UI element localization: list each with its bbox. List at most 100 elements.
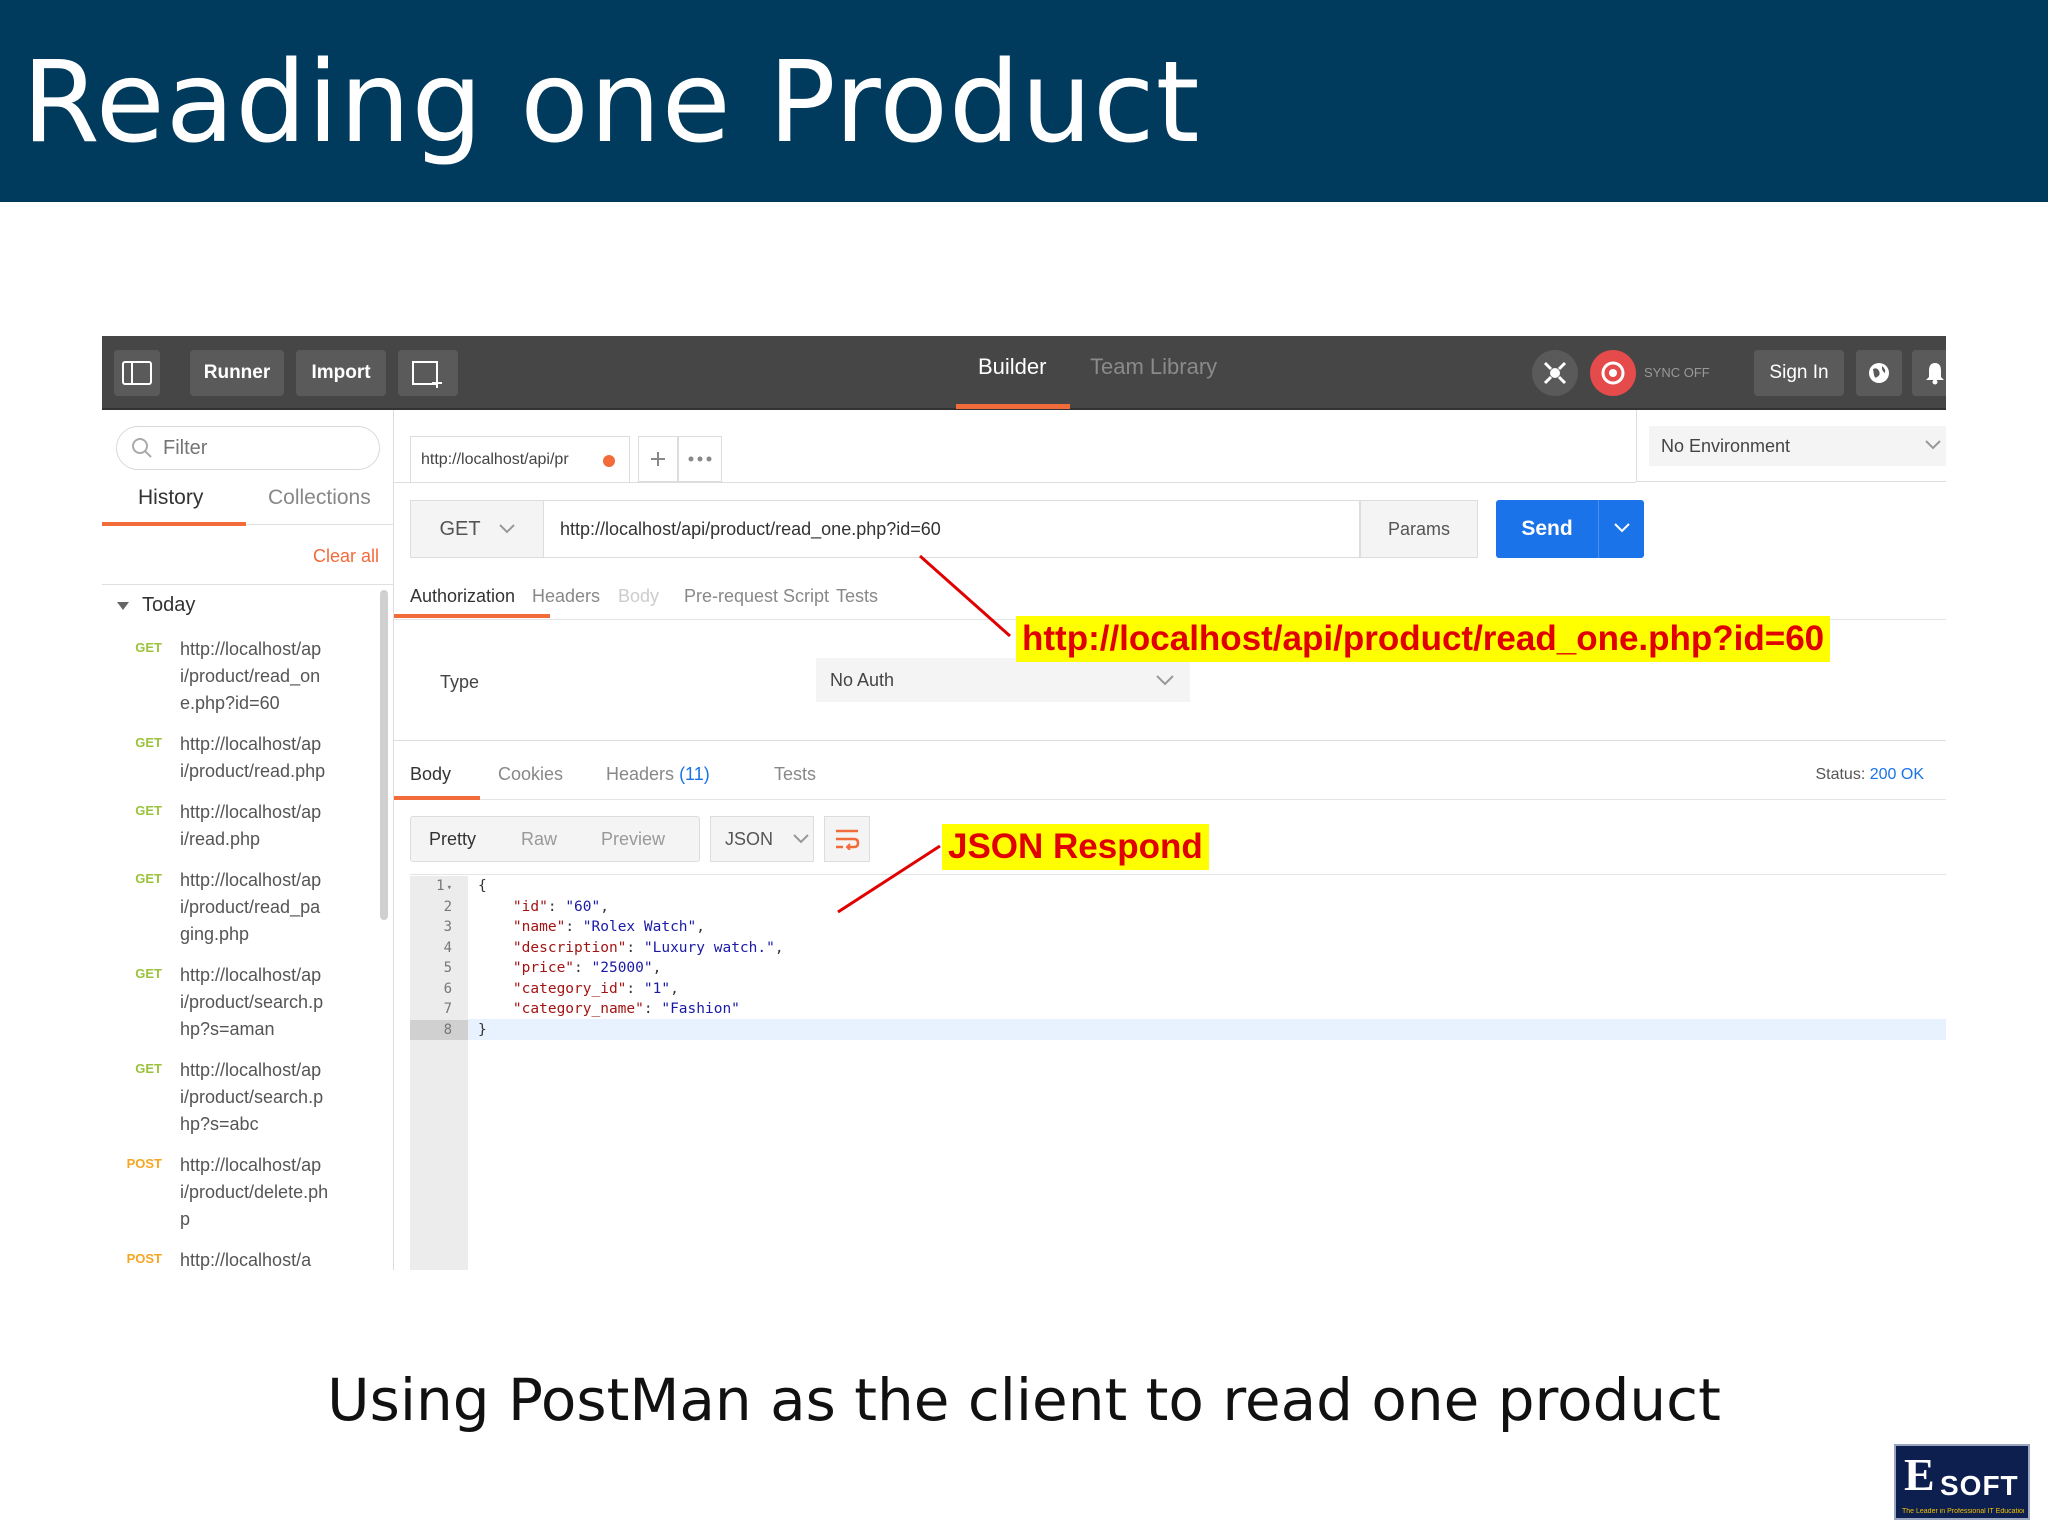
tab-pre-request-script[interactable]: Pre-request Script xyxy=(684,586,829,607)
history-item[interactable]: GET http://localhost/api/read.php xyxy=(102,799,384,853)
tab-tests[interactable]: Tests xyxy=(836,586,878,607)
tab-authorization[interactable]: Authorization xyxy=(410,586,515,607)
sync-status-label: SYNC OFF xyxy=(1644,365,1710,380)
status-label: Status: xyxy=(1815,766,1866,783)
response-divider xyxy=(394,740,1946,741)
new-window-button[interactable] xyxy=(398,350,458,396)
tab-headers[interactable]: Headers xyxy=(532,586,600,607)
history-item[interactable]: GET http://localhost/api/product/search.… xyxy=(102,1057,384,1138)
send-label: Send xyxy=(1521,517,1573,540)
code-line: "category_name": "Fashion" xyxy=(512,1001,740,1017)
import-button[interactable]: Import xyxy=(296,350,386,396)
format-type-select[interactable]: JSON xyxy=(710,816,814,862)
response-tabs: Body Cookies Headers (11) Tests Status: … xyxy=(394,746,1946,800)
new-tab-button[interactable] xyxy=(638,436,678,482)
tab-response-body[interactable]: Body xyxy=(410,764,451,785)
response-body-tab-indicator xyxy=(394,796,480,800)
json-value: "Fashion" xyxy=(661,1001,740,1017)
code-line: "price": "25000", xyxy=(512,960,662,976)
send-options-button[interactable] xyxy=(1599,520,1644,538)
slide-title: Reading one Product xyxy=(22,38,1201,168)
history-list: GET http://localhost/api/product/read_on… xyxy=(102,636,384,1270)
code-line: "category_id": "1", xyxy=(512,980,679,997)
json-value: "Luxury watch." xyxy=(643,939,775,956)
history-method: POST xyxy=(126,1156,162,1171)
method-value: GET xyxy=(439,517,481,540)
response-body-editor[interactable]: 1 ▾ 2 3 4 5 6 7 8 { "id": "60", "name": "… xyxy=(410,876,1946,1270)
logo-text: SOFT xyxy=(1940,1470,2019,1501)
tab-collections[interactable]: Collections xyxy=(268,486,371,510)
sync-button[interactable] xyxy=(1590,350,1636,396)
history-tab-indicator xyxy=(102,522,246,526)
line-number: 7 xyxy=(443,1001,452,1017)
history-url: http://localhost/api/product/delete.php xyxy=(180,1155,329,1229)
json-value: "1" xyxy=(643,980,671,997)
request-tab-label: http://localhost/api/pr xyxy=(421,450,569,468)
json-key: "description" xyxy=(512,939,627,956)
tab-body[interactable]: Body xyxy=(618,586,659,607)
runner-button[interactable]: Runner xyxy=(190,350,284,396)
satellite-icon xyxy=(1543,361,1567,385)
auth-type-select[interactable]: No Auth xyxy=(816,658,1190,702)
line-number: 4 xyxy=(443,939,452,956)
wrap-lines-button[interactable] xyxy=(824,816,870,862)
tab-response-cookies[interactable]: Cookies xyxy=(498,764,563,785)
history-item[interactable]: POST http://localhost/a xyxy=(102,1247,384,1270)
history-item[interactable]: GET http://localhost/api/product/read_on… xyxy=(102,636,384,717)
history-url: http://localhost/api/product/search.php?… xyxy=(180,1060,324,1134)
tab-history[interactable]: History xyxy=(138,486,203,510)
ellipsis-icon xyxy=(688,456,712,462)
format-raw-button[interactable]: Raw xyxy=(521,829,557,850)
history-item[interactable]: GET http://localhost/api/product/read_pa… xyxy=(102,867,384,948)
clear-all-link[interactable]: Clear all xyxy=(313,546,379,567)
request-tab[interactable]: http://localhost/api/pr xyxy=(410,436,630,482)
history-item[interactable]: GET http://localhost/api/product/read.ph… xyxy=(102,731,384,785)
line-number: 2 xyxy=(443,898,452,915)
json-comma: , xyxy=(774,939,784,956)
response-headers-label: Headers xyxy=(606,764,675,784)
interceptor-button[interactable] xyxy=(1532,350,1578,396)
tab-response-headers[interactable]: Headers (11) xyxy=(606,764,710,785)
history-item[interactable]: POST http://localhost/api/product/delete… xyxy=(102,1152,384,1233)
line-number: 6 xyxy=(443,980,452,997)
line-number: 8 xyxy=(410,1019,468,1040)
bell-icon xyxy=(1926,363,1944,385)
filter-input[interactable] xyxy=(163,436,363,460)
sign-in-button[interactable]: Sign In xyxy=(1754,350,1844,396)
environment-select[interactable]: No Environment xyxy=(1649,426,1946,466)
filter-box[interactable] xyxy=(116,426,380,470)
logo-letter: E xyxy=(1904,1449,1935,1500)
more-tabs-button[interactable] xyxy=(678,436,722,482)
toggle-sidebar-button[interactable] xyxy=(114,350,160,396)
code-line: } xyxy=(478,1020,1938,1041)
sidebar-layout-icon xyxy=(122,361,152,385)
json-key: "name" xyxy=(512,919,566,935)
history-method: GET xyxy=(135,735,162,750)
unsaved-dot-icon xyxy=(603,455,615,467)
history-group-today[interactable]: Today xyxy=(116,594,195,617)
json-brace: } xyxy=(478,1021,487,1038)
request-tabs-divider xyxy=(394,482,1636,483)
tab-builder[interactable]: Builder xyxy=(978,354,1046,380)
history-method: GET xyxy=(135,1061,162,1076)
notifications-button[interactable] xyxy=(1912,350,1946,396)
history-method: GET xyxy=(135,871,162,886)
settings-button[interactable] xyxy=(1856,350,1902,396)
format-pretty-button[interactable]: Pretty xyxy=(429,829,476,850)
auth-type-value: No Auth xyxy=(830,669,895,690)
url-input[interactable] xyxy=(544,500,1360,558)
history-item[interactable]: GET http://localhost/api/product/search.… xyxy=(102,962,384,1043)
format-preview-button[interactable]: Preview xyxy=(601,829,665,850)
tab-team-library[interactable]: Team Library xyxy=(1090,354,1217,380)
params-button[interactable]: Params xyxy=(1360,500,1478,558)
send-button[interactable]: Send xyxy=(1496,500,1644,558)
slide: Reading one Product Runner Import Builde… xyxy=(0,0,2048,1536)
json-brace: { xyxy=(478,878,487,894)
chevron-down-icon xyxy=(498,524,515,534)
status-value: 200 OK xyxy=(1869,766,1924,783)
caret-down-icon xyxy=(117,601,129,610)
method-select[interactable]: GET xyxy=(410,500,544,558)
tab-response-tests[interactable]: Tests xyxy=(774,764,816,785)
history-method: POST xyxy=(126,1251,162,1266)
history-group-label: Today xyxy=(142,594,196,616)
